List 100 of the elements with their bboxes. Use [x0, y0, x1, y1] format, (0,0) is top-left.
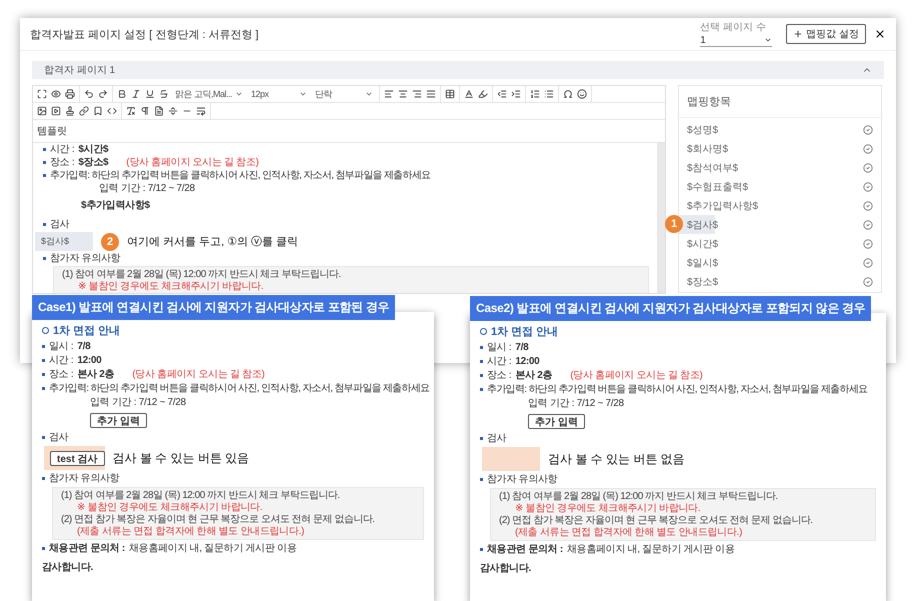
indent-icon[interactable] [511, 89, 521, 99]
bullet-icon [480, 360, 483, 363]
mapping-item[interactable]: $일시$ [679, 253, 873, 272]
align-left-icon[interactable] [384, 89, 394, 99]
panel-title: 맵핑항목 [679, 86, 881, 118]
mapping-item[interactable]: $성명$ [679, 120, 873, 139]
field-value: 본사 2층 [515, 370, 552, 381]
omega-icon[interactable] [563, 89, 573, 99]
undo-icon[interactable] [84, 89, 94, 99]
section-bar[interactable]: 합격자 페이지 1 [32, 61, 884, 79]
check-circle-icon[interactable] [863, 200, 873, 210]
image-icon[interactable] [37, 106, 47, 116]
preview-icon[interactable] [51, 89, 61, 99]
format-select[interactable]: 단락 [313, 88, 375, 100]
underline-icon[interactable] [145, 89, 155, 99]
font-select[interactable]: 맑은 고딕,Mal... [173, 88, 245, 100]
align-center-icon[interactable] [398, 89, 408, 99]
link-icon[interactable] [79, 106, 89, 116]
step-badge: 1 [665, 215, 683, 233]
section-label: 참가자 유의사항 [487, 474, 558, 485]
input-period: 입력 기간 : 7/12 ~ 7/28 [527, 398, 625, 409]
chevron-down-icon[interactable] [764, 36, 772, 44]
note-text: (당사 홈페이지 오시는 길 참조) [126, 157, 259, 168]
input-period: 입력 기간 : 7/12 ~ 7/28 [98, 183, 196, 194]
ordered-list-icon[interactable] [530, 89, 540, 99]
clear-format-icon[interactable] [126, 106, 136, 116]
bullet-icon [42, 436, 45, 439]
italic-icon[interactable] [131, 89, 141, 99]
mapping-item[interactable]: $회사명$ [679, 139, 873, 158]
check-circle-icon[interactable] [863, 258, 873, 268]
field-label: 장소 : [49, 369, 74, 380]
check-circle-icon[interactable] [863, 124, 873, 134]
video-icon[interactable] [51, 106, 61, 116]
code-icon[interactable] [107, 106, 117, 116]
add-input-button[interactable]: 추가 입력 [528, 414, 585, 429]
field-label: 장소 : [50, 157, 74, 168]
check-circle-icon[interactable] [863, 162, 873, 172]
dialog-title: 합격자발표 페이지 설정 [ 전형단계 : 서류전형 ] [30, 28, 260, 42]
section-label: 참가자 유의사항 [49, 473, 120, 484]
wrap-icon[interactable] [196, 106, 206, 116]
field-value: $시간$ [78, 144, 108, 155]
note-text: (당사 홈페이지 오시는 길 참조) [570, 370, 703, 381]
page-break-icon[interactable] [168, 106, 178, 116]
warning-text: ※ 불참인 경우에도 체크해주시기 바랍니다. [514, 503, 702, 514]
page-count-select[interactable]: 1 [700, 34, 772, 46]
stamp-icon[interactable] [65, 106, 75, 116]
mapping-item[interactable]: $수험표출력$ [679, 177, 873, 196]
check-circle-icon[interactable] [863, 276, 873, 286]
strikethrough-icon[interactable] [159, 89, 169, 99]
mapping-item[interactable]: $추가입력사항$ [679, 196, 873, 215]
field-label: 장소 : [487, 370, 512, 381]
test-button[interactable]: test 검사 [50, 450, 105, 466]
note-text: (당사 홈페이지 오시는 길 참조) [132, 369, 265, 380]
bullet-list-icon[interactable] [544, 89, 554, 99]
outdent-icon[interactable] [497, 89, 507, 99]
align-right-icon[interactable] [412, 89, 422, 99]
check-circle-icon[interactable] [863, 238, 873, 248]
add-input-button[interactable]: 추가 입력 [90, 413, 147, 428]
mapping-button[interactable]: 맵핑값 설정 [786, 24, 866, 44]
notice-text: (1) 참여 여부를 2월 28일 (목) 12:00 까지 반드시 체크 부탁드립니다. [61, 490, 341, 501]
emoji-icon[interactable] [577, 89, 587, 99]
text-color-icon[interactable] [464, 89, 474, 99]
bullet-icon [43, 174, 46, 177]
template-label: 템플릿 [33, 120, 665, 143]
close-icon[interactable] [874, 28, 886, 40]
document-icon[interactable] [154, 106, 164, 116]
bullet-icon [42, 477, 45, 480]
case-banner: Case2) 발표에 연결시킨 검사에 지원자가 검사대상자로 포함되지 않은 경우 [470, 296, 872, 321]
bookmark-icon[interactable] [93, 106, 103, 116]
check-circle-icon[interactable] [863, 220, 873, 230]
table-icon[interactable] [445, 89, 455, 99]
input-instruction: 추가입력: 하단의 추가입력 버튼을 클릭하시어 사진, 인적사항, 자소서, 첨부파일을 제출하세요 [487, 384, 868, 395]
fullscreen-icon[interactable] [37, 89, 47, 99]
bullet-icon [43, 257, 46, 260]
check-circle-icon[interactable] [863, 144, 873, 154]
chevron-down-icon[interactable] [365, 90, 373, 98]
highlighter-icon[interactable] [478, 89, 488, 99]
print-icon[interactable] [65, 89, 75, 99]
section-label: 검사 [49, 432, 68, 443]
pilcrow-icon[interactable] [140, 106, 150, 116]
mapping-item[interactable]: $참석여부$ [679, 158, 873, 177]
bullet-icon [480, 388, 483, 391]
bullet-icon [43, 223, 46, 226]
redo-icon[interactable] [98, 89, 108, 99]
placeholder-text: $추가입력사항$ [80, 200, 151, 211]
step-badge: 2 [101, 232, 119, 250]
warning-text: ※ 불참인 경우에도 체크해주시기 바랍니다. [77, 281, 264, 292]
mapping-item[interactable]: $장소$ [679, 272, 873, 291]
check-circle-icon[interactable] [863, 182, 873, 192]
bold-icon[interactable] [117, 89, 127, 99]
size-select[interactable]: 12px [249, 89, 309, 99]
placeholder-text: $검사$ [41, 235, 70, 248]
bullet-icon [480, 374, 483, 377]
mapping-item[interactable]: $검사$ [679, 215, 873, 234]
contact-text: 채용홈페이지 내, 질문하기 게시판 이용 [128, 543, 296, 554]
chevron-down-icon[interactable] [235, 90, 243, 98]
align-justify-icon[interactable] [426, 89, 436, 99]
chevron-down-icon[interactable] [299, 90, 307, 98]
field-label: 시간 : [49, 355, 74, 366]
mapping-item[interactable]: $시간$ [679, 234, 873, 253]
